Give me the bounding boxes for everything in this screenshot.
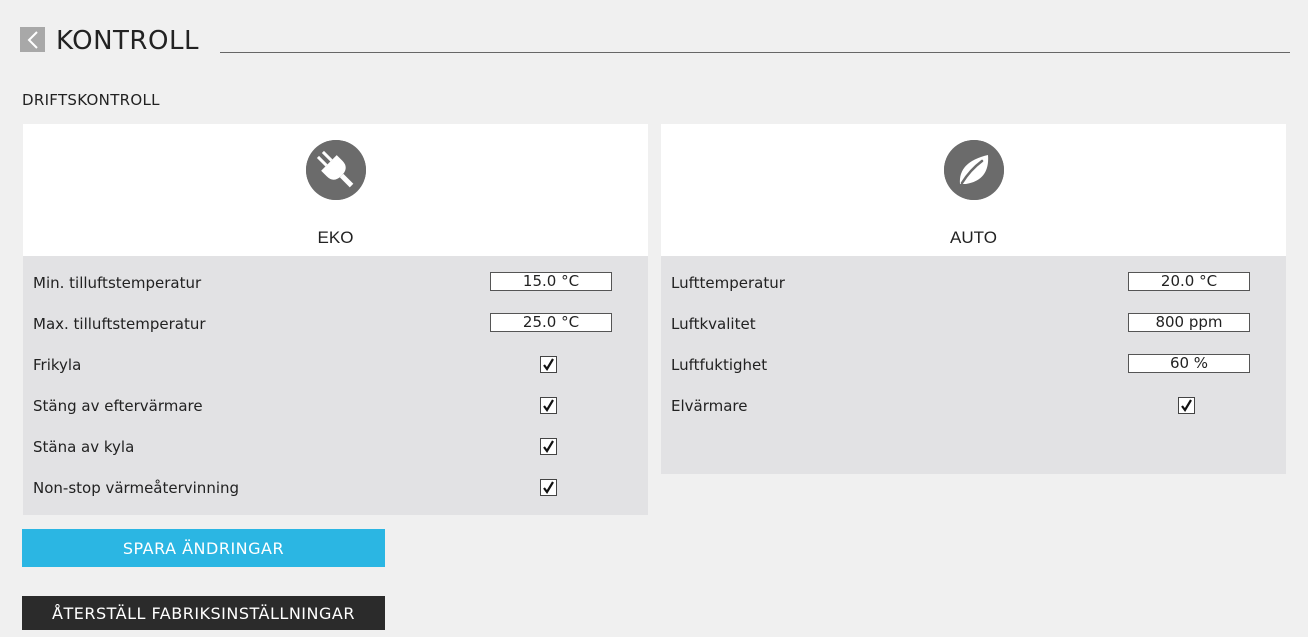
auto-settings: Lufttemperatur 20.0 °C Luftkvalitet 800 … [661,256,1286,474]
min-supply-temp-input[interactable]: 15.0 °C [490,272,612,291]
back-button[interactable] [20,27,45,52]
afterheater-off-checkbox[interactable] [540,397,557,414]
cooling-off-checkbox[interactable] [540,438,557,455]
save-changes-button[interactable]: SPARA ÄNDRINGAR [22,529,385,567]
eko-panel: EKO Min. tilluftstemperatur 15.0 °C Max.… [23,124,648,515]
setting-label: Non-stop värmeåtervinning [33,479,240,497]
chevron-left-icon [27,30,38,49]
setting-row: Max. tilluftstemperatur 25.0 °C [23,307,648,348]
setting-label: Luftfuktighet [671,356,768,374]
setting-row: Min. tilluftstemperatur 15.0 °C [23,266,648,307]
setting-label: Stäna av kyla [33,438,135,456]
checkmark-icon [543,358,554,371]
air-quality-input[interactable]: 800 ppm [1128,313,1250,332]
setting-row: Lufttemperatur 20.0 °C [661,266,1286,307]
plug-icon [305,140,366,200]
humidity-input[interactable]: 60 % [1128,354,1250,373]
setting-row: Stäna av kyla [23,430,648,471]
checkmark-icon [543,440,554,453]
setting-label: Elvärmare [671,397,748,415]
auto-panel: AUTO Lufttemperatur 20.0 °C Luftkvalitet… [661,124,1286,474]
eko-mode-label: EKO [317,228,354,247]
nonstop-heat-recovery-checkbox[interactable] [540,479,557,496]
setting-label: Luftkvalitet [671,315,756,333]
setting-row: Stäng av eftervärmare [23,389,648,430]
setting-label: Min. tilluftstemperatur [33,274,202,292]
air-temperature-input[interactable]: 20.0 °C [1128,272,1250,291]
eko-settings: Min. tilluftstemperatur 15.0 °C Max. til… [23,256,648,515]
title-divider [220,52,1290,53]
page-title: KONTROLL [56,26,207,56]
electric-heater-checkbox[interactable] [1178,397,1195,414]
setting-label: Lufttemperatur [671,274,785,292]
setting-row: Luftkvalitet 800 ppm [661,307,1286,348]
checkmark-icon [1181,399,1192,412]
eko-panel-header[interactable]: EKO [23,124,648,256]
setting-label: Stäng av eftervärmare [33,397,203,415]
factory-reset-button[interactable]: ÅTERSTÄLL FABRIKSINSTÄLLNINGAR [22,596,385,630]
leaf-icon [943,140,1004,200]
checkmark-icon [543,399,554,412]
setting-row: Non-stop värmeåtervinning [23,471,648,512]
setting-label: Max. tilluftstemperatur [33,315,206,333]
page: KONTROLL DRIFTSKONTROLL EKO Min. tilluft… [0,0,1308,637]
header: KONTROLL [20,26,1290,56]
setting-label: Frikyla [33,356,82,374]
checkmark-icon [543,481,554,494]
setting-row: Luftfuktighet 60 % [661,348,1286,389]
free-cooling-checkbox[interactable] [540,356,557,373]
auto-panel-header[interactable]: AUTO [661,124,1286,256]
section-title: DRIFTSKONTROLL [22,91,160,109]
setting-row: Elvärmare [661,389,1286,430]
max-supply-temp-input[interactable]: 25.0 °C [490,313,612,332]
auto-mode-label: AUTO [950,228,997,247]
setting-row: Frikyla [23,348,648,389]
